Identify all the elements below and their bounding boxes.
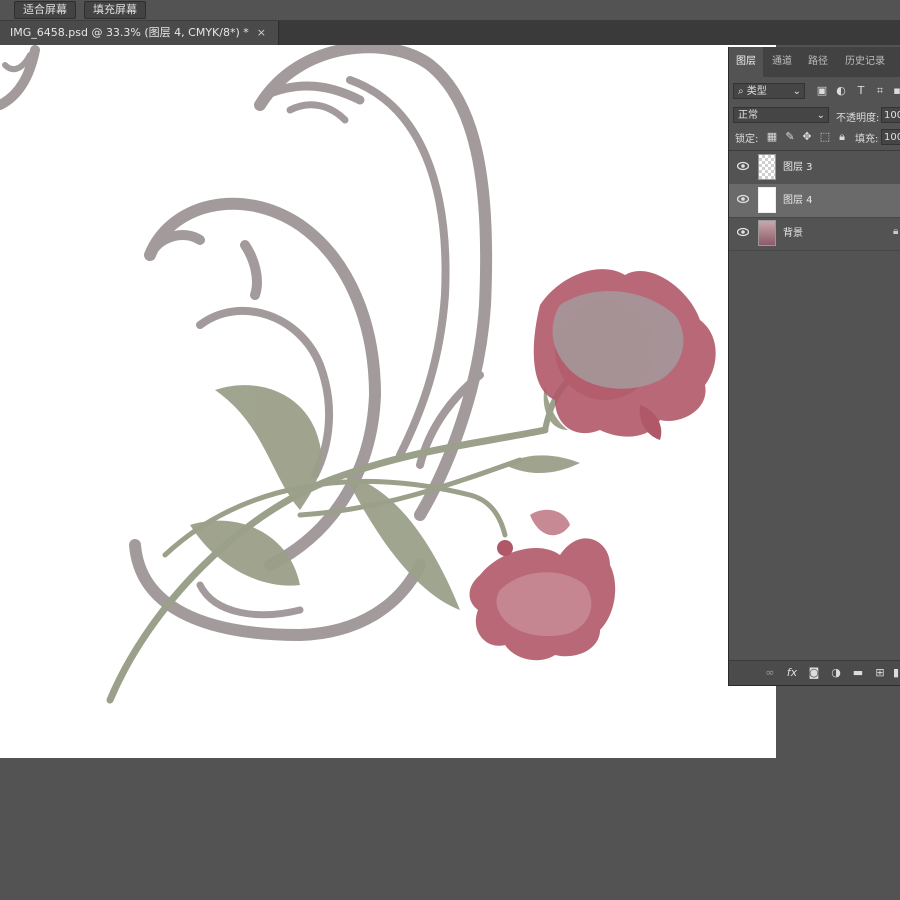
tab-paths[interactable]: 路径: [801, 47, 835, 77]
artboard-icon[interactable]: ⬚: [819, 130, 831, 144]
layer-name[interactable]: 图层 4: [783, 184, 813, 217]
search-icon: ⌕: [738, 86, 747, 97]
shape-filter-icon[interactable]: ⌗: [874, 84, 886, 98]
layer-name[interactable]: 背景: [783, 217, 803, 250]
close-tab-icon[interactable]: ×: [257, 26, 266, 39]
panel-tabs: 图层 通道 路径 历史记录: [729, 47, 900, 77]
lock-row: 锁定: ▦ ✎ ✥ ⬚ 🔒︎ 填充: 100: [729, 127, 900, 147]
fill-input[interactable]: 100: [881, 129, 900, 145]
tab-layers[interactable]: 图层: [729, 47, 763, 77]
lock-icon: 🔒︎: [893, 226, 899, 237]
opacity-input[interactable]: 100: [881, 107, 900, 123]
eye-icon[interactable]: [737, 160, 749, 172]
type-filter-icon[interactable]: T: [855, 84, 867, 98]
opacity-label: 不透明度:: [836, 113, 880, 124]
blend-row: 正常 ⌄ 不透明度: 100: [729, 105, 900, 125]
blend-mode-select[interactable]: 正常 ⌄: [733, 107, 829, 123]
eye-icon[interactable]: [737, 193, 749, 205]
layer-thumbnail: [758, 220, 776, 246]
lock-position-move-icon[interactable]: ✥: [801, 130, 813, 144]
chevron-down-icon: ⌄: [816, 110, 825, 121]
adjustment-layer-icon[interactable]: ◑: [829, 666, 843, 680]
delete-layer-icon[interactable]: ▮: [891, 666, 900, 680]
eye-icon[interactable]: [737, 226, 749, 238]
layer-row-background[interactable]: 背景 🔒︎: [729, 217, 900, 251]
fit-screen-button[interactable]: 适合屏幕: [14, 1, 76, 19]
layer-row-layer-3[interactable]: 图层 3: [729, 151, 900, 185]
pixel-filter-icon[interactable]: ▣: [816, 84, 828, 98]
new-layer-icon[interactable]: ⊞: [873, 666, 887, 680]
fill-label: 填充:: [855, 134, 879, 145]
layer-mask-icon[interactable]: ◙: [807, 666, 821, 680]
document-tab-bar: IMG_6458.psd @ 33.3% (图层 4, CMYK/8*) * ×: [0, 21, 900, 45]
adjustment-filter-icon[interactable]: ◐: [835, 84, 847, 98]
group-folder-icon[interactable]: ▬: [851, 666, 865, 680]
filter-kind-select[interactable]: ⌕ 类型 ⌄: [733, 83, 805, 99]
layers-panel-footer: ∞ fx ◙ ◑ ▬ ⊞ ▮: [729, 660, 900, 685]
lock-image-brush-icon[interactable]: ✎: [784, 130, 796, 144]
chevron-down-icon: ⌄: [792, 86, 801, 97]
tab-history[interactable]: 历史记录: [837, 47, 893, 77]
filter-kind-label: 类型: [746, 86, 767, 97]
document-tab[interactable]: IMG_6458.psd @ 33.3% (图层 4, CMYK/8*) * ×: [0, 21, 279, 45]
layer-thumbnail: [758, 154, 776, 180]
lock-all-icon[interactable]: 🔒︎: [836, 130, 848, 144]
link-layers-icon[interactable]: ∞: [763, 666, 777, 680]
filter-row: ⌕ 类型 ⌄ ▣ ◐ T ⌗ ▪: [729, 81, 900, 101]
options-bar: 适合屏幕 填充屏幕: [0, 0, 900, 21]
document-canvas[interactable]: [0, 45, 776, 758]
layer-name[interactable]: 图层 3: [783, 151, 813, 184]
smart-object-filter-icon[interactable]: ▪: [892, 84, 900, 98]
document-tab-title: IMG_6458.psd @ 33.3% (图层 4, CMYK/8*) *: [10, 26, 249, 39]
blend-mode-label: 正常: [738, 110, 758, 121]
layers-panel: 图层 通道 路径 历史记录 ⌕ 类型 ⌄ ▣ ◐ T ⌗ ▪ 正常 ⌄ 不透明度: …: [728, 47, 900, 686]
lock-transparent-icon[interactable]: ▦: [766, 130, 778, 144]
lock-label: 锁定:: [735, 134, 759, 145]
layer-thumbnail: [758, 187, 776, 213]
fx-icon[interactable]: fx: [785, 666, 799, 680]
tab-channels[interactable]: 通道: [765, 47, 799, 77]
embroidery-artwork: [0, 45, 716, 704]
fill-screen-button[interactable]: 填充屏幕: [84, 1, 146, 19]
layer-row-layer-4[interactable]: 图层 4: [729, 184, 900, 218]
